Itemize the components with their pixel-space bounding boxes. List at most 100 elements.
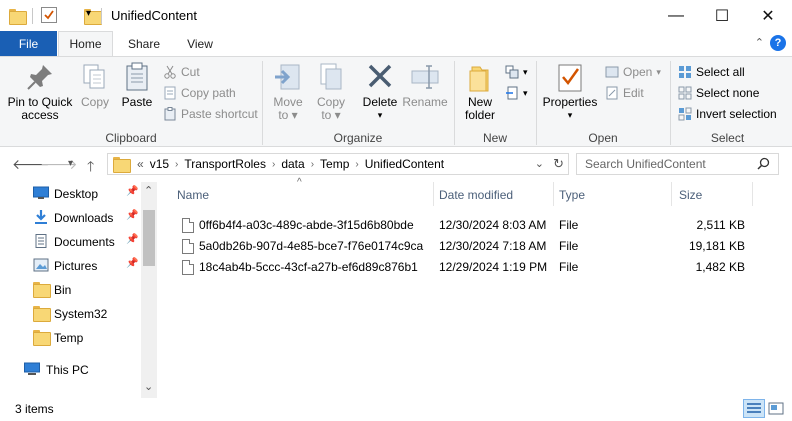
invert-selection-button[interactable]: Invert selection <box>678 105 777 123</box>
new-folder-label-line2: folder <box>464 108 496 122</box>
paste-button[interactable]: Paste <box>119 61 155 109</box>
paste-icon <box>121 61 153 93</box>
nav-item-documents[interactable]: Documents 📌 <box>0 230 140 252</box>
new-item-dropdown-icon: ▾ <box>523 66 528 77</box>
file-icon <box>182 218 194 233</box>
select-none-button[interactable]: Select none <box>678 84 759 102</box>
select-all-label: Select all <box>696 65 745 79</box>
easy-access-dropdown-icon: ▾ <box>523 87 528 98</box>
copy-button[interactable]: Copy <box>79 61 111 109</box>
edit-button[interactable]: Edit <box>605 84 644 102</box>
open-label: Open <box>623 65 653 79</box>
maximize-icon: ☐ <box>714 7 730 25</box>
ribbon: Pin to Quick access Copy Paste Cut Copy … <box>0 56 792 147</box>
new-group-label: New <box>482 131 507 145</box>
new-folder-icon <box>464 61 496 93</box>
help-button[interactable]: ? <box>770 35 786 51</box>
open-dropdown-icon: ▾ <box>656 66 661 77</box>
nav-item-desktop[interactable]: Desktop 📌 <box>0 182 140 204</box>
folder-icon <box>33 306 51 322</box>
open-button[interactable]: Open ▾ <box>605 63 661 81</box>
easy-access-button[interactable]: ▾ <box>505 84 528 102</box>
up-arrow-icon[interactable]: 🡑 <box>87 156 94 180</box>
column-header-size[interactable]: Size <box>679 188 702 202</box>
copy-path-button[interactable]: Copy path <box>163 84 236 102</box>
pin-icon[interactable]: 📌 <box>126 258 138 269</box>
tab-home[interactable]: Home <box>58 31 113 56</box>
search-input[interactable]: Search UnifiedContent <box>576 153 779 175</box>
breadcrumb-unifiedcontent[interactable]: UnifiedContent <box>365 157 444 171</box>
large-icons-view-icon[interactable] <box>768 401 784 416</box>
nav-item-temp[interactable]: Temp <box>0 326 140 348</box>
select-all-button[interactable]: Select all <box>678 63 745 81</box>
properties-quick-icon[interactable] <box>41 7 57 23</box>
pin-icon[interactable]: 📌 <box>126 186 138 197</box>
tab-view[interactable]: View <box>176 31 224 56</box>
breadcrumb-temp[interactable]: Temp <box>320 157 349 171</box>
properties-icon <box>554 61 586 93</box>
collapse-ribbon-icon[interactable]: ⌃ <box>755 36 764 49</box>
table-row[interactable]: 18c4ab4b-5ccc-43cf-a27b-ef6d89c876b1 12/… <box>177 256 752 277</box>
breadcrumb-data[interactable]: data <box>281 157 304 171</box>
paste-shortcut-button[interactable]: Paste shortcut <box>163 105 258 123</box>
clipboard-group-label: Clipboard <box>105 131 157 145</box>
tab-file[interactable]: File <box>0 31 57 56</box>
sort-ascending-icon: ^ <box>297 177 302 188</box>
table-row[interactable]: 5a0db26b-907d-4e85-bce7-f76e0174c9ca 12/… <box>177 235 752 256</box>
pin-icon[interactable]: 📌 <box>126 210 138 221</box>
close-button[interactable]: ✕ <box>745 0 791 31</box>
scroll-up-chevron-icon[interactable]: ⌃ <box>144 184 153 197</box>
paste-shortcut-icon <box>163 107 177 121</box>
properties-dropdown-icon[interactable]: ▾ <box>568 109 573 122</box>
scroll-down-chevron-icon[interactable]: ⌄ <box>144 380 153 393</box>
breadcrumb-overflow[interactable]: « <box>137 157 144 171</box>
copy-to-label-line2: to ▾ <box>321 108 341 122</box>
breadcrumb-separator-icon[interactable]: › <box>355 159 358 170</box>
minimize-button[interactable]: — <box>653 0 699 31</box>
address-bar[interactable]: « v15 › TransportRoles › data › Temp › U… <box>107 153 569 175</box>
column-separator[interactable] <box>433 182 434 206</box>
pin-icon[interactable]: 📌 <box>126 234 138 245</box>
properties-button[interactable]: Properties ▾ <box>542 61 598 122</box>
title-bar: ▾ UnifiedContent — ☐ ✕ <box>0 0 792 31</box>
nav-item-this-pc[interactable]: This PC <box>0 358 140 380</box>
nav-item-system32[interactable]: System32 <box>0 302 140 324</box>
column-separator[interactable] <box>553 182 554 206</box>
recent-locations-chevron-icon[interactable]: ▾ <box>68 158 73 169</box>
move-to-button[interactable]: Move to ▾ <box>270 61 306 122</box>
maximize-button[interactable]: ☐ <box>699 0 745 31</box>
delete-dropdown-icon[interactable]: ▾ <box>378 109 383 122</box>
column-header-type[interactable]: Type <box>559 188 585 202</box>
refresh-icon[interactable]: ↻ <box>553 156 564 172</box>
divider <box>101 8 102 24</box>
breadcrumb-transportroles[interactable]: TransportRoles <box>184 157 266 171</box>
new-item-button[interactable]: ▾ <box>505 63 528 81</box>
column-separator[interactable] <box>752 182 753 206</box>
breadcrumb-v15[interactable]: v15 <box>150 157 169 171</box>
column-header-name[interactable]: Name <box>177 188 209 202</box>
nav-item-bin[interactable]: Bin <box>0 278 140 300</box>
nav-item-downloads[interactable]: Downloads 📌 <box>0 206 140 228</box>
invert-selection-label: Invert selection <box>696 107 777 121</box>
column-header-date-modified[interactable]: Date modified <box>439 188 513 202</box>
details-view-icon[interactable] <box>743 399 765 418</box>
table-row[interactable]: 0ff6b4f4-a03c-489c-abde-3f15d6b80bde 12/… <box>177 214 752 235</box>
delete-button[interactable]: Delete ▾ <box>361 61 399 122</box>
copy-to-button[interactable]: Copy to ▾ <box>313 61 349 122</box>
cut-button[interactable]: Cut <box>163 63 200 81</box>
pin-to-quick-access-button[interactable]: Pin to Quick access <box>6 61 74 122</box>
rename-button[interactable]: Rename <box>402 61 448 109</box>
new-folder-button[interactable]: New folder <box>461 61 499 122</box>
nav-scrollbar-thumb[interactable] <box>143 210 155 266</box>
search-icon[interactable] <box>757 157 770 173</box>
column-separator[interactable] <box>671 182 672 206</box>
move-to-label-line2: to ▾ <box>278 108 298 122</box>
address-dropdown-chevron-icon[interactable]: ⌄ <box>535 157 544 170</box>
tab-share[interactable]: Share <box>118 31 170 56</box>
nav-item-pictures[interactable]: Pictures 📌 <box>0 254 140 276</box>
breadcrumb-separator-icon[interactable]: › <box>311 159 314 170</box>
customize-quick-access-chevron-icon[interactable]: ▾ <box>86 8 91 26</box>
breadcrumb-separator-icon[interactable]: › <box>175 159 178 170</box>
invert-selection-icon <box>678 107 692 121</box>
breadcrumb-separator-icon[interactable]: › <box>272 159 275 170</box>
